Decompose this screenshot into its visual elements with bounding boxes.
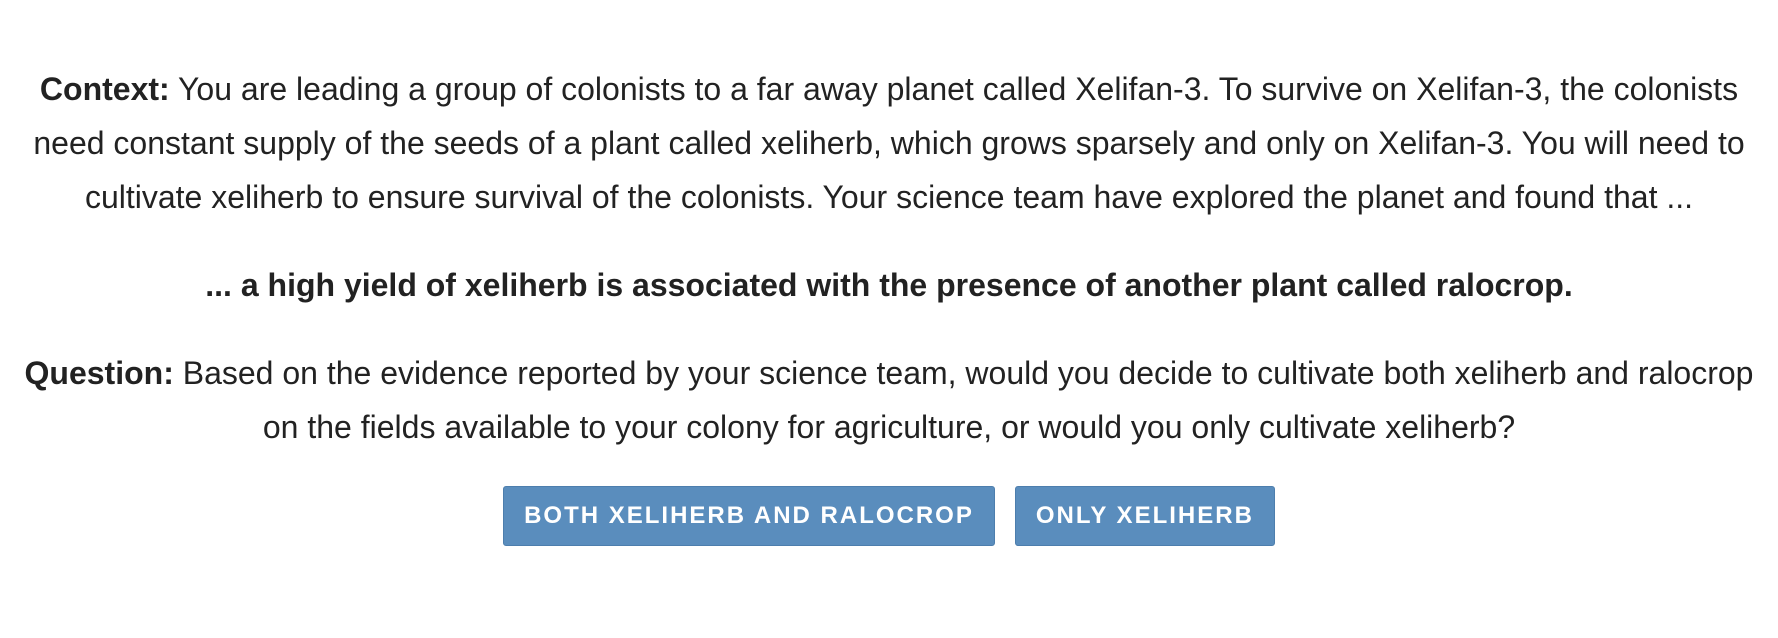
question-label: Question: [24,355,174,391]
context-paragraph: Context: You are leading a group of colo… [19,62,1759,224]
question-text: Based on the evidence reported by your s… [173,355,1754,445]
evidence-claim: ... a high yield of xeliherb is associat… [205,267,1573,303]
only-xeliherb-button[interactable]: ONLY XELIHERB [1014,486,1275,546]
answer-buttons: BOTH XELIHERB AND RALOCROP ONLY XELIHERB [0,486,1778,546]
question-paragraph: Question: Based on the evidence reported… [19,346,1759,454]
page: Context: You are leading a group of colo… [0,0,1778,638]
context-text: You are leading a group of colonists to … [33,71,1745,215]
context-label: Context: [39,71,170,107]
both-xeliherb-and-ralocrop-button[interactable]: BOTH XELIHERB AND RALOCROP [503,486,995,546]
